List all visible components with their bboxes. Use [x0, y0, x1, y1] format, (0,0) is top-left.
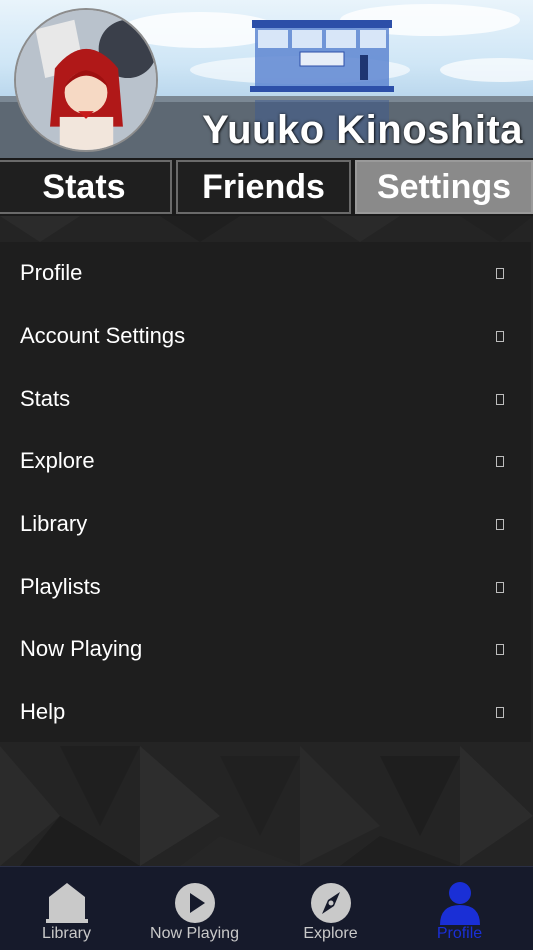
chevron-right-icon	[496, 267, 504, 279]
tab-stats[interactable]: Stats	[0, 160, 172, 214]
menu-item-stats[interactable]: Stats	[0, 368, 531, 430]
menu-item-help[interactable]: Help	[0, 681, 531, 743]
tab-friends[interactable]: Friends	[176, 160, 351, 214]
menu-item-label: Explore	[20, 448, 95, 473]
chevron-right-icon	[496, 643, 504, 655]
profile-username: Yuuko Kinoshita	[202, 108, 523, 152]
nav-label: Explore	[303, 925, 358, 942]
menu-item-label: Account Settings	[20, 323, 186, 348]
compass-icon	[310, 883, 351, 923]
play-icon	[174, 883, 215, 923]
menu-item-label: Help	[20, 699, 66, 724]
chevron-right-icon	[496, 518, 504, 530]
library-icon	[45, 883, 88, 923]
profile-tabs: Stats Friends Settings	[0, 158, 533, 216]
chevron-right-icon	[496, 581, 504, 593]
menu-item-label: Library	[20, 511, 88, 536]
nav-label: Now Playing	[150, 925, 239, 942]
user-icon	[439, 882, 480, 925]
tab-settings[interactable]: Settings	[355, 160, 533, 214]
chevron-right-icon	[496, 706, 504, 718]
menu-item-now-playing[interactable]: Now Playing	[0, 618, 531, 680]
nav-profile[interactable]: Profile	[393, 867, 526, 951]
menu-item-account-settings[interactable]: Account Settings	[0, 305, 531, 367]
avatar[interactable]	[14, 8, 158, 152]
menu-item-label: Profile	[20, 260, 83, 285]
bottom-navigation: Library Now Playing Explore Profile	[0, 866, 533, 950]
settings-menu: Profile Account Settings Stats Explore L…	[0, 242, 531, 742]
menu-item-library[interactable]: Library	[0, 493, 531, 555]
nav-explore[interactable]: Explore	[264, 867, 397, 951]
chevron-right-icon	[496, 393, 504, 405]
chevron-right-icon	[496, 455, 504, 467]
menu-item-label: Stats	[20, 386, 71, 411]
menu-item-label: Playlists	[20, 574, 101, 599]
nav-library[interactable]: Library	[0, 867, 133, 951]
nav-now-playing[interactable]: Now Playing	[128, 867, 261, 951]
chevron-right-icon	[496, 330, 504, 342]
menu-item-profile[interactable]: Profile	[0, 242, 531, 304]
menu-item-label: Now Playing	[20, 636, 143, 661]
nav-label: Profile	[436, 925, 483, 942]
nav-label: Library	[42, 925, 91, 942]
profile-header: Yuuko Kinoshita	[0, 0, 533, 160]
avatar-image	[16, 10, 156, 150]
menu-item-playlists[interactable]: Playlists	[0, 556, 531, 618]
menu-item-explore[interactable]: Explore	[0, 430, 531, 492]
